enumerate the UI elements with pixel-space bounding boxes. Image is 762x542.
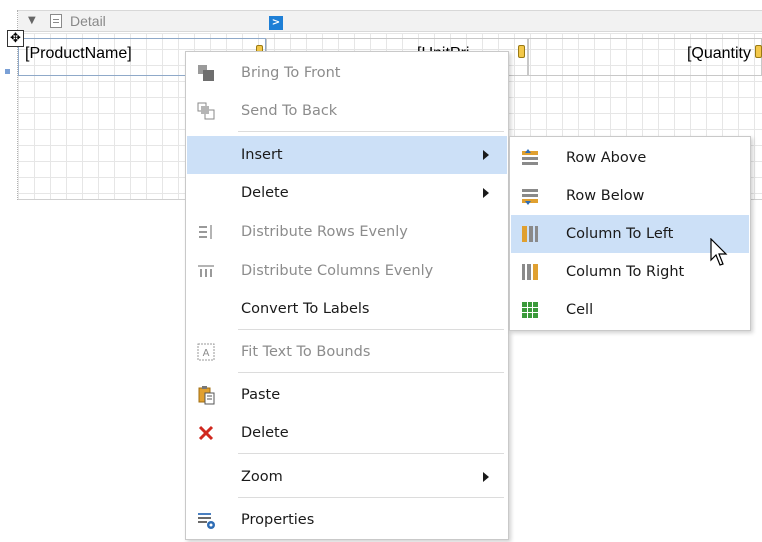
menu-item-distribute-rows[interactable]: Distribute Rows Evenly	[187, 213, 507, 251]
table-cell-quantity[interactable]: [Quantity	[528, 38, 762, 76]
menu-separator	[238, 329, 504, 330]
delete-x-icon	[198, 425, 214, 441]
column-left-icon	[522, 226, 538, 242]
band-document-icon	[50, 14, 62, 28]
submenu-item-label: Row Above	[566, 150, 647, 166]
move-handle-icon[interactable]: ✥	[7, 30, 24, 47]
submenu-item-row-below[interactable]: Row Below	[511, 177, 749, 215]
menu-item-send-to-back[interactable]: Send To Back	[187, 92, 507, 130]
distribute-rows-icon	[199, 225, 212, 239]
row-below-icon	[522, 189, 538, 205]
svg-text:A: A	[203, 348, 210, 359]
submenu-item-label: Column To Right	[566, 264, 685, 280]
column-right-icon	[522, 264, 538, 280]
row-above-icon	[522, 149, 538, 165]
bring-to-front-icon	[198, 65, 214, 81]
menu-item-paste[interactable]: Paste	[187, 376, 507, 414]
menu-item-bring-to-front[interactable]: Bring To Front	[187, 54, 507, 92]
menu-item-delete-submenu[interactable]: Delete	[187, 174, 507, 212]
menu-separator	[238, 372, 504, 373]
menu-separator	[238, 131, 504, 132]
menu-item-convert-to-labels[interactable]: Convert To Labels	[187, 290, 507, 328]
menu-item-label: Insert	[241, 147, 283, 163]
cell-handle-icon[interactable]	[755, 45, 762, 58]
fit-text-icon: A	[197, 343, 215, 361]
submenu-arrow-icon	[483, 472, 489, 482]
submenu-item-label: Cell	[566, 302, 594, 318]
submenu-item-row-above[interactable]: Row Above	[511, 139, 749, 177]
menu-item-zoom[interactable]: Zoom	[187, 458, 507, 496]
menu-item-fit-text-to-bounds[interactable]: A Fit Text To Bounds	[187, 333, 507, 371]
menu-item-label: Distribute Rows Evenly	[241, 224, 408, 240]
menu-item-label: Properties	[241, 512, 315, 528]
menu-item-label: Distribute Columns Evenly	[241, 263, 434, 279]
menu-item-label: Convert To Labels	[241, 301, 370, 317]
menu-item-label: Zoom	[241, 469, 283, 485]
properties-icon	[198, 513, 215, 529]
detail-band-header[interactable]: ▼ Detail >	[18, 10, 762, 32]
menu-item-label: Delete	[241, 425, 289, 441]
cell-text: [Quantity	[686, 45, 751, 62]
menu-item-distribute-columns[interactable]: Distribute Columns Evenly	[187, 252, 507, 290]
menu-item-properties[interactable]: Properties	[187, 501, 507, 539]
menu-item-label: Delete	[241, 185, 289, 201]
cell-handle-icon[interactable]	[518, 45, 525, 58]
menu-item-insert[interactable]: Insert	[187, 136, 507, 174]
cell-text: [ProductName]	[25, 45, 132, 62]
band-label: Detail	[70, 13, 106, 29]
menu-separator	[238, 453, 504, 454]
menu-item-label: Fit Text To Bounds	[241, 344, 371, 360]
smart-tag-button[interactable]: >	[269, 16, 283, 30]
distribute-columns-icon	[198, 265, 214, 277]
mouse-cursor-icon	[710, 238, 728, 266]
submenu-item-cell[interactable]: Cell	[511, 291, 749, 329]
send-to-back-icon	[197, 102, 215, 120]
paste-icon	[198, 386, 215, 405]
selection-marker	[5, 69, 10, 74]
menu-item-label: Bring To Front	[241, 65, 341, 81]
submenu-item-label: Row Below	[566, 188, 645, 204]
menu-item-delete[interactable]: Delete	[187, 414, 507, 452]
insert-submenu[interactable]: Row Above Row Below Column To Left Colum…	[509, 136, 751, 331]
menu-item-label: Paste	[241, 387, 281, 403]
context-menu[interactable]: Bring To Front Send To Back Insert Delet…	[185, 51, 509, 540]
menu-separator	[238, 497, 504, 498]
submenu-arrow-icon	[483, 188, 489, 198]
collapse-toggle-icon[interactable]: ▼	[28, 15, 36, 26]
menu-item-label: Send To Back	[241, 103, 338, 119]
submenu-item-label: Column To Left	[566, 226, 674, 242]
cell-icon	[522, 302, 538, 318]
submenu-arrow-icon	[483, 150, 489, 160]
